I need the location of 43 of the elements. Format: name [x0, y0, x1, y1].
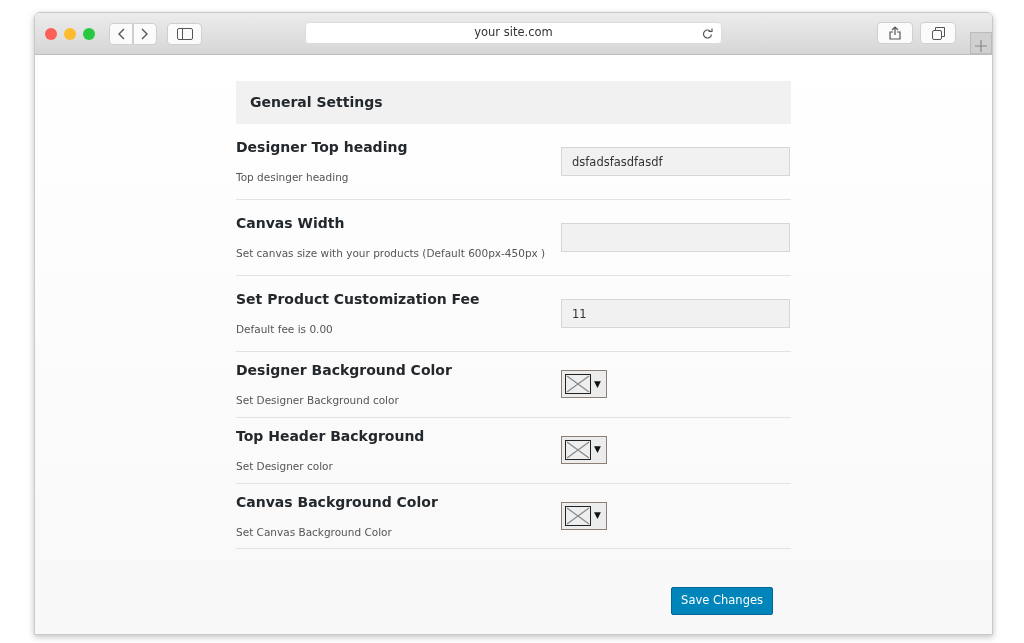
setting-description: Top desinger heading [236, 170, 350, 186]
setting-description: Set Designer Background color [236, 393, 400, 408]
color-picker[interactable]: ▼ [561, 436, 607, 465]
save-changes-button[interactable]: Save Changes [671, 587, 773, 615]
no-color-icon [565, 505, 591, 526]
tabs-icon [931, 26, 945, 40]
setting-description: Set Canvas Background Color [236, 524, 393, 540]
back-icon [117, 27, 125, 40]
no-color-icon [565, 440, 591, 461]
setting-label: Top Header Background [236, 426, 426, 446]
reload-icon [702, 27, 713, 39]
input-field[interactable]: 11 [561, 299, 790, 328]
sidebar-button[interactable] [167, 22, 202, 45]
share-icon [889, 26, 901, 40]
section-heading: General Settings [236, 81, 791, 124]
setting-description: Default fee is 0.00 [236, 322, 334, 338]
no-color-icon [565, 374, 591, 395]
setting-label: Set Product Customization Fee [236, 290, 481, 310]
setting-description: Set Designer color [236, 458, 334, 474]
forward-icon [141, 27, 149, 40]
setting-description: Set canvas size with your products (Default 600px-450px ) [236, 246, 547, 262]
zoom-dot[interactable] [83, 27, 95, 40]
close-dot[interactable] [45, 27, 57, 40]
color-picker[interactable]: ▼ [561, 501, 607, 530]
setting-label: Designer Top heading [236, 138, 409, 158]
setting-label: Canvas Background Color [236, 492, 439, 512]
setting-label: Canvas Width [236, 214, 346, 234]
caret-icon: ▼ [594, 443, 601, 457]
caret-icon: ▼ [594, 377, 601, 392]
url-text: your site.com [474, 24, 553, 42]
tabs-button[interactable] [920, 22, 956, 44]
address-bar[interactable]: your site.com [305, 22, 722, 44]
new-tab-button[interactable] [970, 32, 992, 54]
color-picker[interactable]: ▼ [561, 370, 607, 399]
sidebar-icon [176, 27, 193, 40]
back-button[interactable] [109, 22, 133, 45]
share-button[interactable] [877, 22, 913, 44]
minimize-dot[interactable] [64, 27, 76, 40]
caret-icon: ▼ [594, 509, 601, 523]
input-field[interactable] [561, 223, 790, 252]
forward-button[interactable] [133, 22, 157, 45]
setting-label: Designer Background Color [236, 361, 453, 380]
input-field[interactable]: dsfadsfasdfasdf [561, 147, 790, 176]
